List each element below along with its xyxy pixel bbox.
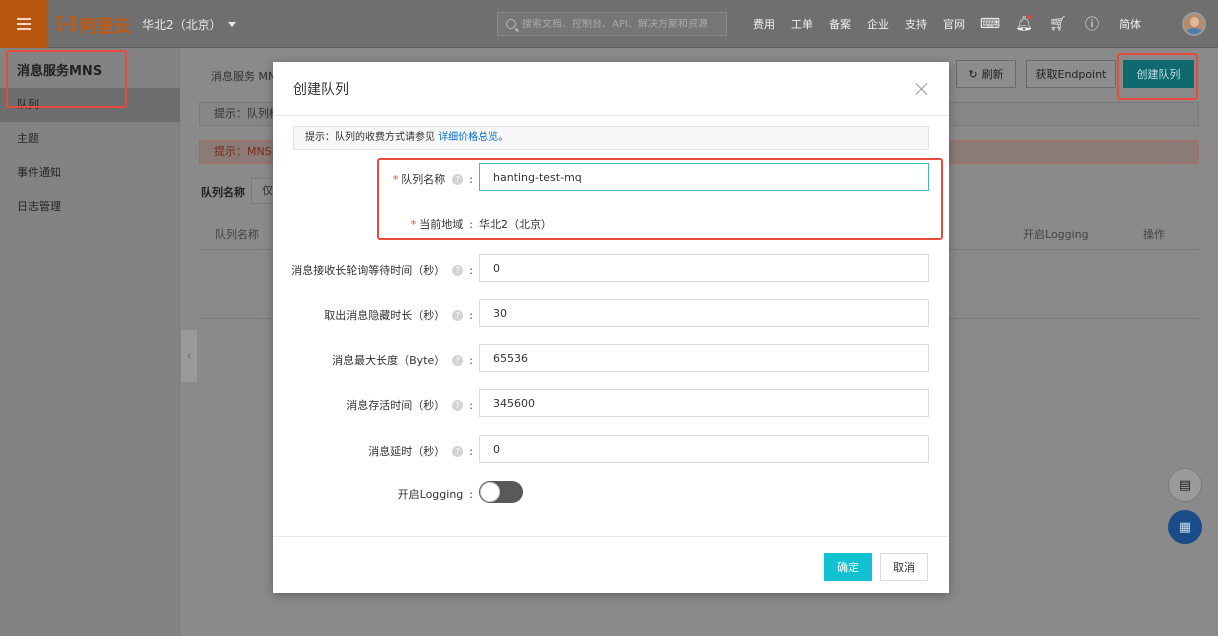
help-icon[interactable]: ? (452, 264, 464, 276)
region-label: 华北2（北京） (142, 18, 222, 32)
nav-link-official-site[interactable]: 官网 (935, 16, 973, 32)
refresh-label: 刷新 (981, 68, 1004, 81)
retention-label: 消息存活时间（秒） ?: (346, 398, 473, 413)
nav-link-tickets[interactable]: 工单 (783, 16, 821, 32)
max-length-input[interactable] (479, 344, 929, 372)
logo-text: 阿里云 (79, 16, 131, 37)
cart-icon[interactable]: 🛒︎ (1041, 0, 1075, 48)
max-length-label-text: 消息最大长度（Byte） (332, 354, 446, 367)
chevron-down-icon (227, 22, 236, 27)
visibility-timeout-input[interactable] (479, 299, 929, 327)
refresh-button[interactable]: ↻ 刷新 (956, 60, 1016, 88)
sidebar-item-label: 主题 (17, 132, 39, 145)
form-row-delay: 消息延时（秒） ?: (273, 435, 949, 465)
hamburger-icon (17, 18, 31, 30)
pricing-tip-suffix: 。 (498, 132, 509, 143)
confirm-button[interactable]: 确定 (824, 553, 872, 581)
refresh-icon: ↻ (968, 67, 978, 81)
max-length-label: 消息最大长度（Byte） ?: (332, 353, 473, 368)
filter-label: 队列名称 (201, 186, 245, 199)
help-icon[interactable]: ? (452, 445, 464, 457)
delay-label-text: 消息延时（秒） (368, 445, 446, 458)
help-icon[interactable]: ? (452, 354, 464, 366)
search-icon (506, 19, 516, 29)
logging-label: 开启Logging: (397, 487, 473, 502)
global-search[interactable] (497, 12, 727, 36)
logging-toggle[interactable] (479, 481, 523, 503)
search-input[interactable] (522, 18, 717, 30)
form-row-polling-wait: 消息接收长轮询等待时间（秒） ?: (273, 254, 949, 284)
retention-label-text: 消息存活时间（秒） (346, 399, 446, 412)
retention-input[interactable] (479, 389, 929, 417)
breadcrumb: 消息服务 MN (211, 70, 277, 83)
delay-label: 消息延时（秒） ?: (368, 444, 473, 459)
feedback-chat-button[interactable]: ▤ (1168, 468, 1202, 502)
sidebar-item-label: 事件通知 (17, 166, 61, 179)
annotation-highlight-form (377, 158, 943, 240)
region-selector[interactable]: 华北2（北京） (142, 16, 236, 33)
bell-icon[interactable]: 🔔︎ (1007, 0, 1041, 48)
menu-button[interactable] (0, 0, 48, 48)
top-nav-bar: [-] 阿里云 华北2（北京） 费用 工单 备案 企业 支持 官网 ⌨ 🔔︎ 🛒… (0, 0, 1218, 48)
column-header-logging: 开启Logging (1023, 228, 1089, 241)
nav-link-support[interactable]: 支持 (897, 16, 935, 32)
dialog-header: 创建队列 (273, 62, 949, 116)
pricing-tip-text: 提示：队列的收费方式请参见 (305, 132, 435, 143)
toggle-knob (480, 482, 500, 502)
sidebar-item-log-management[interactable]: 日志管理 (0, 190, 180, 224)
terminal-icon[interactable]: ⌨ (973, 0, 1007, 48)
polling-wait-label-text: 消息接收长轮询等待时间（秒） (291, 264, 446, 277)
apps-grid-icon: ▦ (1178, 519, 1192, 535)
column-header-queue-name: 队列名称 (215, 228, 259, 241)
apps-float-button[interactable]: ▦ (1168, 510, 1202, 544)
aliyun-logo-icon: [-] (56, 14, 77, 34)
sidebar: 消息服务MNS 队列 主题 事件通知 日志管理 (0, 48, 180, 636)
logging-label-text: 开启Logging (397, 488, 464, 501)
visibility-timeout-label-text: 取出消息隐藏时长（秒） (324, 309, 446, 322)
pricing-detail-link[interactable]: 详细价格总览 (438, 132, 498, 143)
top-nav-links: 费用 工单 备案 企业 支持 官网 ⌨ 🔔︎ 🛒︎ ⓘ 简体 (745, 0, 1151, 48)
dialog-footer: 确定 取消 (273, 536, 949, 593)
nav-link-icp[interactable]: 备案 (821, 16, 859, 32)
annotation-highlight-sidebar (6, 50, 127, 108)
pricing-tip: 提示：队列的收费方式请参见 详细价格总览。 (293, 126, 929, 150)
aliyun-logo[interactable]: [-] 阿里云 (56, 11, 131, 37)
form-row-retention: 消息存活时间（秒） ?: (273, 389, 949, 419)
annotation-highlight-create-button (1117, 53, 1198, 100)
form-row-visibility-timeout: 取出消息隐藏时长（秒） ?: (273, 299, 949, 329)
nav-link-enterprise[interactable]: 企业 (859, 16, 897, 32)
polling-wait-input[interactable] (479, 254, 929, 282)
dialog-title: 创建队列 (293, 82, 349, 98)
form-row-max-length: 消息最大长度（Byte） ?: (273, 344, 949, 374)
visibility-timeout-label: 取出消息隐藏时长（秒） ?: (324, 308, 473, 323)
close-icon[interactable] (915, 82, 929, 96)
create-queue-dialog: 创建队列 提示：队列的收费方式请参见 详细价格总览。 * 队列名称 ?: * 当… (273, 62, 949, 593)
nav-link-fees[interactable]: 费用 (745, 16, 783, 32)
help-icon[interactable]: ? (452, 399, 464, 411)
help-icon[interactable]: ? (452, 309, 464, 321)
help-circle-icon[interactable]: ⓘ (1075, 0, 1109, 48)
sidebar-item-event-notifications[interactable]: 事件通知 (0, 156, 180, 190)
chevron-left-icon: ‹ (186, 349, 192, 363)
column-header-action: 操作 (1143, 228, 1165, 241)
form-row-logging: 开启Logging: (273, 478, 949, 508)
polling-wait-label: 消息接收长轮询等待时间（秒） ?: (291, 263, 473, 278)
sidebar-collapse-handle[interactable]: ‹ (181, 330, 197, 382)
language-switch[interactable]: 简体 (1109, 16, 1151, 32)
cancel-button[interactable]: 取消 (880, 553, 928, 581)
chat-icon: ▤ (1178, 477, 1192, 493)
sidebar-item-topics[interactable]: 主题 (0, 122, 180, 156)
sidebar-item-label: 日志管理 (17, 200, 61, 213)
get-endpoint-button[interactable]: 获取Endpoint (1026, 60, 1116, 88)
notification-dot (1027, 15, 1031, 19)
delay-input[interactable] (479, 435, 929, 463)
user-avatar[interactable] (1182, 12, 1206, 36)
